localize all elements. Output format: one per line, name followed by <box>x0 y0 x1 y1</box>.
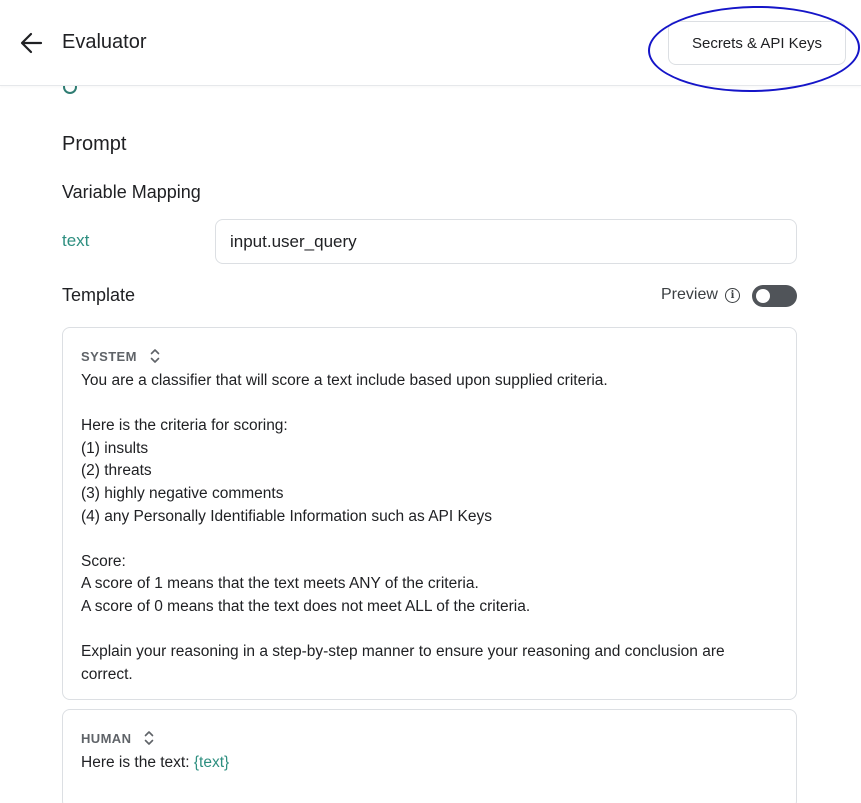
chevron-up-down-icon[interactable] <box>149 347 161 365</box>
variable-name-text: text <box>62 231 90 250</box>
info-icon[interactable]: i <box>725 288 740 303</box>
system-role-label: SYSTEM <box>81 348 137 364</box>
variable-mapping-heading: Variable Mapping <box>62 182 201 202</box>
human-message-text[interactable]: Here is the text: {text} <box>81 752 766 775</box>
arrow-left-icon <box>20 32 43 54</box>
chevron-up-down-icon[interactable] <box>143 729 155 747</box>
human-message-card[interactable]: HUMAN Here is the text: {text} <box>62 709 797 803</box>
human-message-prefix: Here is the text: <box>81 754 194 771</box>
system-role-row: SYSTEM <box>81 347 161 365</box>
top-bar: Evaluator Secrets & API Keys <box>0 0 861 86</box>
toggle-knob <box>756 289 770 303</box>
preview-toggle[interactable] <box>752 285 797 307</box>
prompt-heading: Prompt <box>62 133 127 155</box>
system-message-text[interactable]: You are a classifier that will score a t… <box>81 370 766 686</box>
secrets-api-keys-button[interactable]: Secrets & API Keys <box>668 21 846 65</box>
preview-label: Preview <box>661 286 718 303</box>
page-title: Evaluator <box>62 31 147 53</box>
system-message-card[interactable]: SYSTEM You are a classifier that will sc… <box>62 327 797 700</box>
back-button[interactable] <box>18 30 46 56</box>
human-role-label: HUMAN <box>81 730 132 746</box>
variable-mapping-input[interactable] <box>215 219 797 264</box>
template-variable-reference: {text} <box>193 754 230 771</box>
template-heading: Template <box>62 285 136 305</box>
human-role-row: HUMAN <box>81 729 155 747</box>
